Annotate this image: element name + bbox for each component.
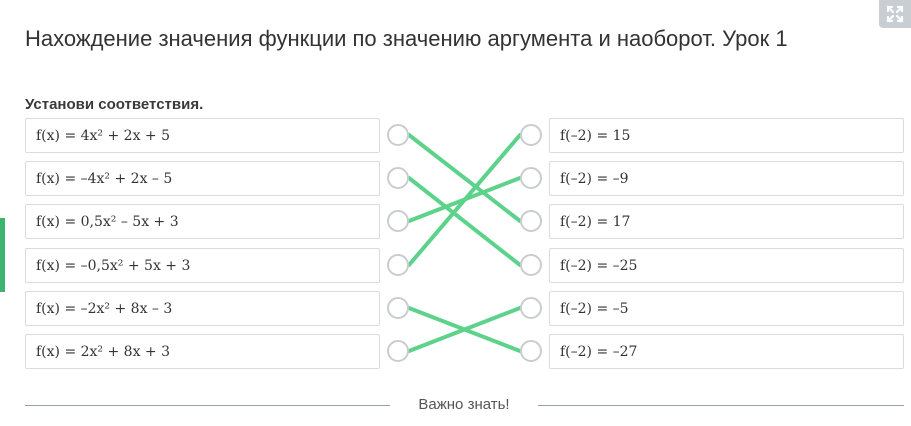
left-connector-1[interactable] bbox=[387, 124, 409, 146]
right-connector-2[interactable] bbox=[520, 167, 542, 189]
left-connector-4[interactable] bbox=[387, 254, 409, 276]
connection-line-4 bbox=[407, 133, 522, 267]
right-connector-1[interactable] bbox=[520, 124, 542, 146]
footer-divider-left bbox=[25, 405, 390, 406]
right-connector-6[interactable] bbox=[520, 340, 542, 362]
footer-divider-right bbox=[538, 405, 904, 406]
connection-line-2 bbox=[407, 176, 522, 267]
right-connector-3[interactable] bbox=[520, 210, 542, 232]
important-info-link[interactable]: Важно знать! bbox=[390, 396, 538, 413]
left-connector-6[interactable] bbox=[387, 340, 409, 362]
connection-lines bbox=[407, 133, 522, 353]
right-connector-5[interactable] bbox=[520, 297, 542, 319]
left-connector-3[interactable] bbox=[387, 210, 409, 232]
left-connector-5[interactable] bbox=[387, 297, 409, 319]
connection-line-1 bbox=[407, 133, 522, 223]
right-connector-4[interactable] bbox=[520, 254, 542, 276]
left-connector-2[interactable] bbox=[387, 167, 409, 189]
